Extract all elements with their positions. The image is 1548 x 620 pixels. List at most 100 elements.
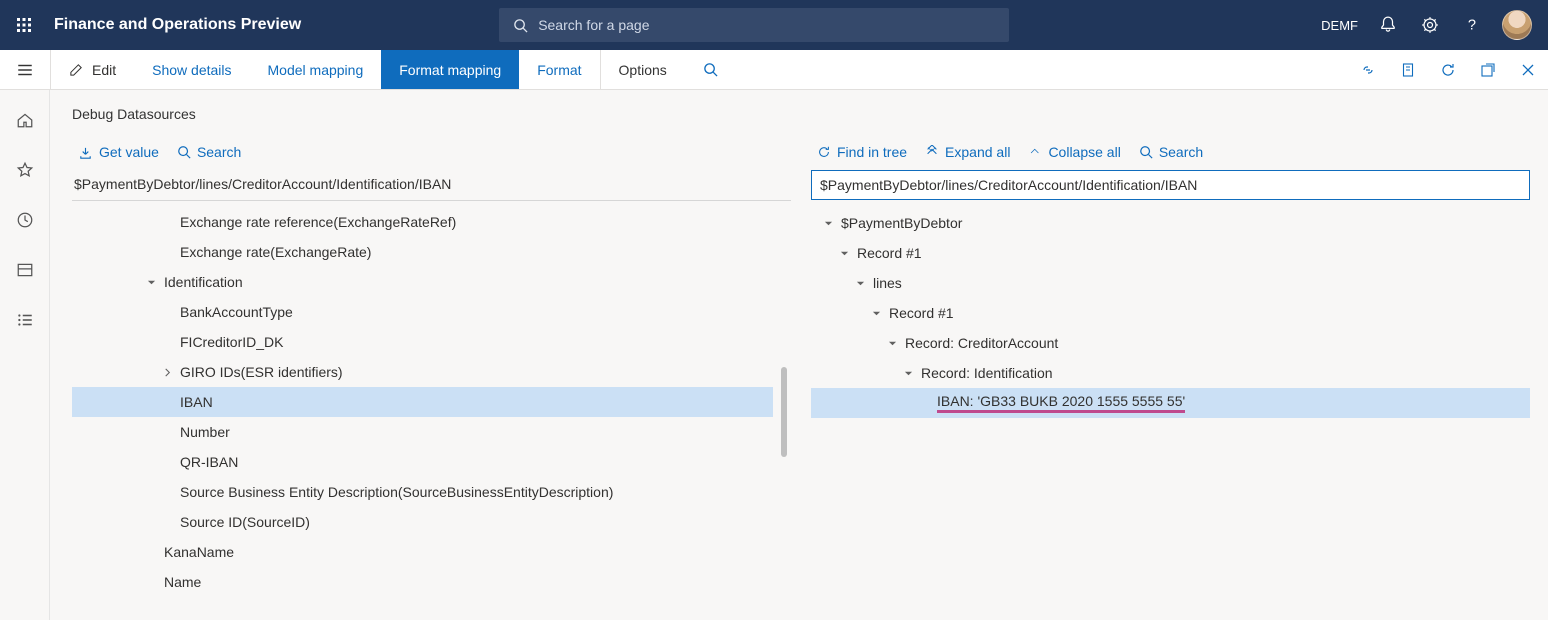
show-details-label: Show details	[152, 62, 231, 78]
caret-down-icon[interactable]	[853, 276, 867, 290]
tree-node[interactable]: Source ID(SourceID)	[72, 507, 773, 537]
caret-down-icon[interactable]	[885, 336, 899, 350]
tree-node[interactable]: $PaymentByDebtor	[811, 208, 1530, 238]
search-icon	[177, 145, 191, 159]
tree-node[interactable]: Record: CreditorAccount	[811, 328, 1530, 358]
tree-node[interactable]: Name	[72, 567, 773, 597]
tree-node[interactable]: Number	[72, 417, 773, 447]
content: Debug Datasources Get value Search $Paym…	[50, 90, 1548, 620]
tree-node[interactable]: KanaName	[72, 537, 773, 567]
top-bar: Finance and Operations Preview DEMF	[0, 0, 1548, 50]
caret-down-icon[interactable]	[837, 246, 851, 260]
right-tree[interactable]: $PaymentByDebtor Record #1 lines Record #1 R…	[811, 208, 1530, 620]
global-search-input[interactable]	[538, 17, 995, 33]
right-panel: Find in tree Expand all Collapse all Sea…	[811, 140, 1530, 620]
tree-node[interactable]: Record #1	[811, 238, 1530, 268]
tree-node[interactable]: Source Business Entity Description(Sourc…	[72, 477, 773, 507]
caret-down-icon[interactable]	[901, 366, 915, 380]
tree-node[interactable]: Record: Identification	[811, 358, 1530, 388]
get-value-button[interactable]: Get value	[78, 144, 159, 160]
tree-node-label: Source ID(SourceID)	[180, 514, 310, 530]
tree-node-label: Record #1	[857, 245, 922, 261]
left-icon-rail	[0, 90, 50, 620]
search-icon	[1139, 145, 1153, 159]
tree-node-label: IBAN	[180, 394, 213, 410]
tree-node[interactable]: BankAccountType	[72, 297, 773, 327]
model-mapping-button[interactable]: Model mapping	[250, 50, 382, 89]
expand-all-label: Expand all	[945, 144, 1010, 160]
tree-node-label: Exchange rate(ExchangeRate)	[180, 244, 371, 260]
legal-entity[interactable]: DEMF	[1321, 18, 1358, 33]
refresh-icon[interactable]	[1428, 62, 1468, 78]
tree-node-label: BankAccountType	[180, 304, 293, 320]
tree-node-label: Record: Identification	[921, 365, 1053, 381]
caret-down-icon[interactable]	[821, 216, 835, 230]
notifications-icon[interactable]	[1376, 13, 1400, 37]
expand-all-button[interactable]: Expand all	[925, 144, 1010, 160]
left-search-label: Search	[197, 144, 241, 160]
settings-icon[interactable]	[1418, 13, 1442, 37]
tree-node[interactable]: QR-IBAN	[72, 447, 773, 477]
caret-down-icon[interactable]	[144, 275, 158, 289]
find-in-tree-button[interactable]: Find in tree	[817, 144, 907, 160]
tree-node-label: Record: CreditorAccount	[905, 335, 1058, 351]
tree-node[interactable]: FICreditorID_DK	[72, 327, 773, 357]
cmd-search-button[interactable]	[685, 50, 736, 89]
nav-toggle-icon[interactable]	[0, 50, 50, 89]
options-button[interactable]: Options	[601, 50, 685, 89]
document-icon[interactable]	[1388, 62, 1428, 78]
get-value-label: Get value	[99, 144, 159, 160]
tree-node-label: lines	[873, 275, 902, 291]
tree-node-label: QR-IBAN	[180, 454, 238, 470]
caret-down-icon[interactable]	[869, 306, 883, 320]
tree-node[interactable]: Exchange rate(ExchangeRate)	[72, 237, 773, 267]
tree-node-label: Identification	[164, 274, 243, 290]
scrollbar-thumb[interactable]	[781, 367, 787, 457]
app-title: Finance and Operations Preview	[54, 16, 301, 34]
format-mapping-button[interactable]: Format mapping	[381, 50, 519, 89]
right-search-label: Search	[1159, 144, 1203, 160]
tree-node[interactable]: lines	[811, 268, 1530, 298]
show-details-button[interactable]: Show details	[134, 50, 249, 89]
search-icon	[513, 18, 528, 33]
tree-node-label: $PaymentByDebtor	[841, 215, 962, 231]
collapse-all-button[interactable]: Collapse all	[1028, 144, 1120, 160]
app-launcher-icon[interactable]	[12, 13, 36, 37]
tree-node[interactable]: Identification	[72, 267, 773, 297]
left-tree[interactable]: Exchange rate reference(ExchangeRateRef)…	[72, 207, 791, 620]
format-button[interactable]: Format	[519, 50, 599, 89]
caret-right-icon[interactable]	[160, 365, 174, 379]
command-bar: Edit Show details Model mapping Format m…	[0, 50, 1548, 90]
tree-node-label: FICreditorID_DK	[180, 334, 283, 350]
tree-node[interactable]: IBAN	[72, 387, 773, 417]
tree-node-label: Number	[180, 424, 230, 440]
collapse-all-label: Collapse all	[1048, 144, 1120, 160]
popout-icon[interactable]	[1468, 62, 1508, 78]
tree-node-label: Name	[164, 574, 201, 590]
close-icon[interactable]	[1508, 62, 1548, 78]
rail-modules-icon[interactable]	[13, 308, 37, 332]
help-icon[interactable]	[1460, 13, 1484, 37]
user-avatar[interactable]	[1502, 10, 1532, 40]
format-label: Format	[537, 62, 581, 78]
topbar-right: DEMF	[1321, 10, 1536, 40]
collapse-icon	[1028, 145, 1042, 159]
right-search-button[interactable]: Search	[1139, 144, 1203, 160]
expand-icon	[925, 145, 939, 159]
left-search-button[interactable]: Search	[177, 144, 241, 160]
tree-node[interactable]: IBAN: 'GB33 BUKB 2020 1555 5555 55'	[811, 388, 1530, 418]
tree-node-label: Record #1	[889, 305, 954, 321]
rail-recent-icon[interactable]	[13, 208, 37, 232]
tree-node[interactable]: Record #1	[811, 298, 1530, 328]
link-icon[interactable]	[1348, 62, 1388, 78]
rail-favorites-icon[interactable]	[13, 158, 37, 182]
tree-node[interactable]: Exchange rate reference(ExchangeRateRef)	[72, 207, 773, 237]
rail-workspaces-icon[interactable]	[13, 258, 37, 282]
rail-home-icon[interactable]	[13, 108, 37, 132]
right-path-input[interactable]	[811, 170, 1530, 200]
edit-button[interactable]: Edit	[51, 50, 134, 89]
tree-node-label: IBAN: 'GB33 BUKB 2020 1555 5555 55'	[937, 393, 1185, 413]
tree-node[interactable]: GIRO IDs(ESR identifiers)	[72, 357, 773, 387]
global-search[interactable]	[499, 8, 1009, 42]
find-in-tree-label: Find in tree	[837, 144, 907, 160]
